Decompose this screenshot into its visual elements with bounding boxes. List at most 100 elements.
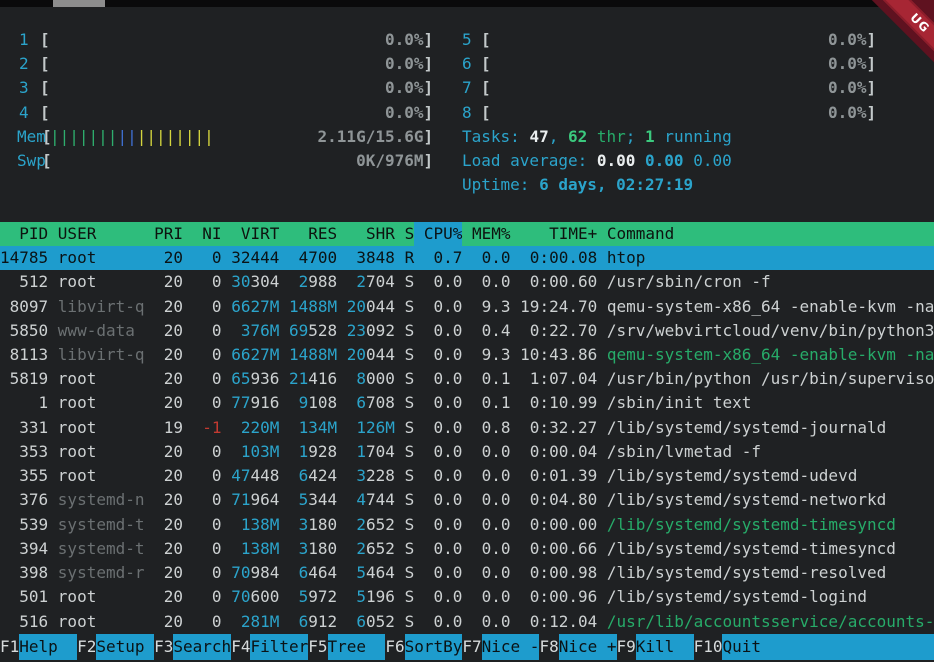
text-segment: 0.0 <box>482 513 511 537</box>
cell-s: S <box>405 416 415 440</box>
text-segment: 972 <box>308 585 337 609</box>
fnkey-f1[interactable]: F1 <box>0 634 19 660</box>
function-key-bar: F1Help F2Setup F3SearchF4FilterF5Tree F6… <box>0 634 934 660</box>
column-header-cmd[interactable]: Command <box>607 222 674 246</box>
text-segment: /usr/lib/accountsservice/accounts- <box>607 610 934 634</box>
text-segment: 652 <box>366 513 395 537</box>
fnlabel-nice-+[interactable]: Nice + <box>559 634 617 660</box>
cell-cmd: /lib/systemd/systemd-timesyncd <box>607 537 896 561</box>
cell-shr: 8000 <box>347 367 395 391</box>
process-row-516[interactable]: 516root200281M69126052S0.00.00:12.04/usr… <box>0 610 934 634</box>
fnkey-f7[interactable]: F7 <box>462 634 481 660</box>
column-header-pri[interactable]: PRI <box>154 222 183 246</box>
process-row-394[interactable]: 394systemd-t200138M31802652S0.00.00:00.6… <box>0 537 934 561</box>
process-row-8097[interactable]: 8097libvirt-q2006627M1488M20044S0.09.319… <box>0 295 934 319</box>
cell-cpu: 0.0 <box>424 537 463 561</box>
fnlabel-filter[interactable]: Filter <box>250 634 308 660</box>
text-segment: S <box>405 488 415 512</box>
fnlabel-setup[interactable]: Setup <box>96 634 154 660</box>
cell-shr: 4744 <box>347 488 395 512</box>
fnkey-f10[interactable]: F10 <box>694 634 723 660</box>
process-row-331[interactable]: 331root19-1220M134M126MS0.00.80:32.27/li… <box>0 416 934 440</box>
fnlabel-tree[interactable]: Tree <box>328 634 386 660</box>
text-segment: 69 <box>289 319 308 343</box>
text-segment: 5 <box>299 585 309 609</box>
process-row-376[interactable]: 376systemd-n2007196453444744S0.00.00:04.… <box>0 488 934 512</box>
text-segment: S <box>405 391 415 415</box>
fnkey-f5[interactable]: F5 <box>308 634 327 660</box>
text-segment: 0 <box>212 295 222 319</box>
cell-res: 6912 <box>289 610 337 634</box>
text-segment: 103M <box>241 440 280 464</box>
cell-cmd: /lib/systemd/systemd-udevd <box>607 464 857 488</box>
fnlabel-search[interactable]: Search <box>173 634 231 660</box>
cell-mem: 9.3 <box>472 343 511 367</box>
text-segment: 70 <box>231 561 250 585</box>
fnkey-f3[interactable]: F3 <box>154 634 173 660</box>
process-row-512[interactable]: 512root2003030429882704S0.00.00:00.60/us… <box>0 270 934 294</box>
cell-mem: 0.0 <box>472 585 511 609</box>
column-header-virt[interactable]: VIRT <box>231 222 279 246</box>
text-segment: 501 <box>19 585 48 609</box>
text-segment: 9.3 <box>482 343 511 367</box>
text-segment: 0.0 <box>433 343 462 367</box>
process-row-398[interactable]: 398systemd-r2007098464645464S0.00.00:00.… <box>0 561 934 585</box>
text-segment: 0 <box>212 440 222 464</box>
text-segment: 5819 <box>10 367 49 391</box>
text-segment: 916 <box>250 391 279 415</box>
text-segment: 464 <box>366 561 395 585</box>
fnkey-f8[interactable]: F8 <box>539 634 558 660</box>
column-header-pid[interactable]: PID <box>0 222 48 246</box>
cell-cpu: 0.0 <box>424 343 463 367</box>
cell-cmd: /lib/systemd/systemd-logind <box>607 585 867 609</box>
column-header-shr[interactable]: SHR <box>347 222 395 246</box>
cell-virt: 138M <box>231 537 279 561</box>
fnkey-f9[interactable]: F9 <box>617 634 636 660</box>
process-row-5850[interactable]: 5850www-data200376M6952823092S0.00.40:22… <box>0 319 934 343</box>
fnkey-f4[interactable]: F4 <box>231 634 250 660</box>
process-row-1[interactable]: 1root2007791691086708S0.00.10:10.99/sbin… <box>0 391 934 415</box>
cell-pid: 394 <box>0 537 48 561</box>
text-segment: 20 <box>164 391 183 415</box>
fnlabel-kill[interactable]: Kill <box>636 634 694 660</box>
process-row-539[interactable]: 539systemd-t200138M31802652S0.00.00:00.0… <box>0 513 934 537</box>
process-row-501[interactable]: 501root2007060059725196S0.00.00:00.96/li… <box>0 585 934 609</box>
cell-pid: 398 <box>0 561 48 585</box>
cell-res: 5972 <box>289 585 337 609</box>
column-header-s[interactable]: S <box>405 222 415 246</box>
text-segment: running <box>655 125 732 149</box>
process-row-5819[interactable]: 5819root20065936214168000S0.00.11:07.04/… <box>0 367 934 391</box>
text-segment: 0.0 <box>482 610 511 634</box>
fnkey-f2[interactable]: F2 <box>77 634 96 660</box>
text-segment: 5 <box>299 488 309 512</box>
fnlabel-help[interactable]: Help <box>19 634 77 660</box>
text-segment: 6 <box>299 610 309 634</box>
cell-user: root <box>58 367 97 391</box>
column-header-mem[interactable]: MEM% <box>472 222 511 246</box>
fnlabel-sortby[interactable]: SortBy <box>405 634 463 660</box>
cell-mem: 0.0 <box>472 513 511 537</box>
process-row-355[interactable]: 355root2004744864243228S0.00.00:01.39/li… <box>0 464 934 488</box>
text-segment: 0.0 <box>482 440 511 464</box>
text-segment: 196 <box>366 585 395 609</box>
column-header-time[interactable]: TIME+ <box>520 222 597 246</box>
text-segment: 0.1 <box>482 391 511 415</box>
cell-shr: 20044 <box>347 343 395 367</box>
text-segment: 8113 <box>10 343 49 367</box>
column-header-ni[interactable]: NI <box>193 222 222 246</box>
fnlabel-quit[interactable]: Quit <box>722 634 934 660</box>
text-segment: /sbin/init text <box>607 391 752 415</box>
column-header-res[interactable]: RES <box>289 222 337 246</box>
process-row-8113[interactable]: 8113libvirt-q2006627M1488M20044S0.09.310… <box>0 343 934 367</box>
column-header-cpu[interactable]: CPU% <box>414 222 462 246</box>
process-row-353[interactable]: 353root200103M19281704S0.00.00:00.04/sbi… <box>0 440 934 464</box>
text-segment: Load average: <box>462 149 597 173</box>
fnlabel-nice--[interactable]: Nice - <box>482 634 540 660</box>
cell-ni: 0 <box>193 270 222 294</box>
meter-value: 0.0% <box>687 101 867 125</box>
cell-time: 0:00.66 <box>520 537 597 561</box>
fnkey-f6[interactable]: F6 <box>385 634 404 660</box>
process-row-14785[interactable]: 14785root2003244447003848R0.70.00:00.08h… <box>0 246 934 270</box>
column-header-user[interactable]: USER <box>58 222 97 246</box>
cell-pid: 355 <box>0 464 48 488</box>
